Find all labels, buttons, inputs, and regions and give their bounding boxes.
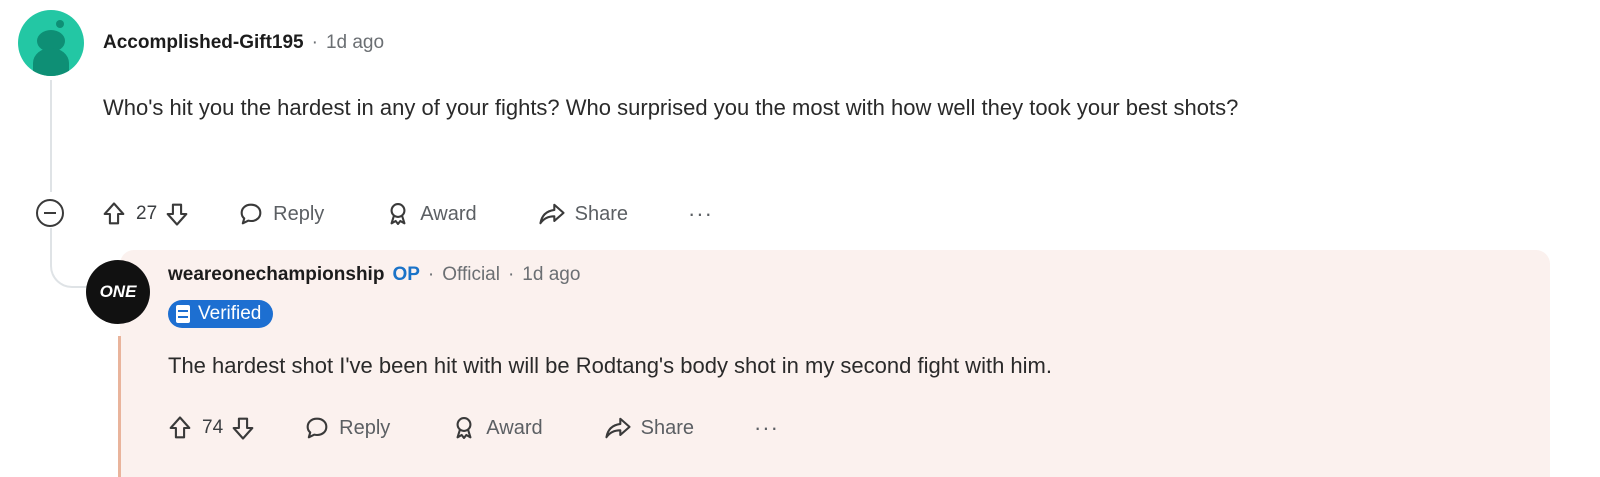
- reply-thread-line[interactable]: [118, 336, 121, 477]
- comment-bubble-icon: [306, 417, 328, 439]
- snoo-body: [33, 48, 69, 76]
- reply-action-bar: 74 Reply Award Share ···: [166, 410, 779, 446]
- downvote-icon[interactable]: [229, 414, 257, 442]
- upvote-icon[interactable]: [166, 414, 194, 442]
- vote-count: 27: [136, 203, 158, 224]
- thread-line[interactable]: [50, 80, 52, 192]
- reply-connector-line: [50, 228, 88, 288]
- share-button[interactable]: Share: [603, 414, 694, 442]
- award-label: Award: [420, 202, 477, 225]
- comment-timestamp[interactable]: 1d ago: [326, 32, 384, 54]
- meta-separator: ·: [311, 32, 318, 53]
- vote-count: 74: [202, 417, 224, 438]
- reply-label: Reply: [339, 416, 391, 439]
- reply-body: The hardest shot I've been hit with will…: [168, 353, 1052, 378]
- more-options-button[interactable]: ···: [688, 201, 713, 227]
- award-button[interactable]: Award: [450, 414, 543, 442]
- reply-label: Reply: [273, 202, 325, 225]
- verified-label: Verified: [198, 303, 262, 324]
- more-options-button[interactable]: ···: [754, 415, 779, 441]
- comment-action-bar: 27 Reply Award Share ···: [100, 196, 713, 232]
- downvote-icon[interactable]: [163, 200, 191, 228]
- op-avatar[interactable]: ONE: [86, 260, 150, 324]
- award-icon: [390, 203, 406, 225]
- verified-flair: Verified: [168, 300, 274, 328]
- upvote-icon[interactable]: [100, 200, 128, 228]
- award-label: Award: [486, 416, 543, 439]
- reply-username[interactable]: weareonechampionship: [168, 264, 384, 286]
- reply-timestamp[interactable]: 1d ago: [522, 264, 580, 286]
- op-label: OP: [392, 264, 420, 285]
- comment-bubble-icon: [240, 203, 262, 225]
- reply-header: weareonechampionship OP · Official · 1d …: [168, 264, 580, 286]
- reply-button[interactable]: Reply: [303, 414, 390, 442]
- reply-button[interactable]: Reply: [237, 200, 324, 228]
- meta-separator: ·: [507, 264, 515, 285]
- snoo-antenna: [56, 20, 64, 28]
- comment-header: Accomplished-Gift195 · 1d ago: [103, 32, 384, 54]
- official-label: Official: [442, 264, 500, 285]
- comment-username[interactable]: Accomplished-Gift195: [103, 32, 304, 54]
- comment-body: Who's hit you the hardest in any of your…: [103, 95, 1239, 120]
- share-label: Share: [640, 416, 694, 439]
- award-button[interactable]: Award: [384, 200, 477, 228]
- share-icon: [605, 417, 631, 439]
- verified-icon: [176, 305, 190, 323]
- share-label: Share: [574, 202, 628, 225]
- user-avatar[interactable]: [18, 10, 84, 76]
- award-icon: [456, 417, 472, 439]
- one-championship-logo: ONE: [99, 282, 137, 301]
- meta-separator: ·: [427, 264, 435, 285]
- collapse-thread-button[interactable]: [36, 199, 64, 227]
- share-button[interactable]: Share: [537, 200, 628, 228]
- share-icon: [539, 203, 565, 225]
